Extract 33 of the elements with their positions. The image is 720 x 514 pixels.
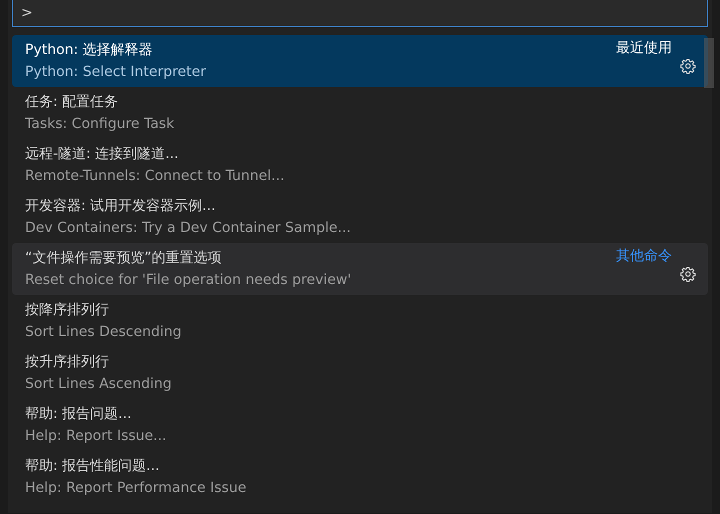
- command-label: 任务: 配置任务: [25, 92, 120, 112]
- command-item[interactable]: 帮助: 报告性能问题... Help: Report Performance Issue: [12, 451, 708, 503]
- group-label: 最近使用: [616, 39, 672, 57]
- settings-icon[interactable]: [680, 58, 696, 74]
- command-item[interactable]: 按降序排列行 Sort Lines Descending: [12, 295, 708, 347]
- command-id: Python: Select Interpreter: [25, 62, 208, 82]
- settings-icon[interactable]: [680, 266, 696, 282]
- command-item[interactable]: 任务: 配置任务 Tasks: Configure Task: [12, 87, 708, 139]
- command-id: Help: Report Performance Issue: [25, 478, 248, 498]
- command-id: Sort Lines Descending: [25, 322, 182, 342]
- command-id: Dev Containers: Try a Dev Container Sample...: [25, 218, 352, 238]
- command-item[interactable]: 开发容器: 试用开发容器示例... Dev Containers: Try a Dev Container Sample...: [12, 191, 708, 243]
- command-item[interactable]: 远程-隧道: 连接到隧道... Remote-Tunnels: Connect to Tunnel...: [12, 139, 708, 191]
- command-id: Reset choice for 'File operation needs preview': [25, 270, 352, 290]
- command-label: 帮助: 报告问题...: [25, 404, 133, 424]
- command-item[interactable]: 帮助: 报告问题... Help: Report Issue...: [12, 399, 708, 451]
- command-id: Sort Lines Ascending: [25, 374, 173, 394]
- command-label: 按升序排列行: [25, 352, 110, 372]
- command-id: Remote-Tunnels: Connect to Tunnel...: [25, 166, 286, 186]
- command-label: 帮助: 报告性能问题...: [25, 456, 161, 476]
- command-input[interactable]: >: [12, 0, 708, 27]
- command-id: Tasks: Configure Task: [25, 114, 176, 134]
- scrollbar-thumb[interactable]: [704, 38, 714, 88]
- group-label: 其他命令: [616, 247, 672, 265]
- command-id: Help: Report Issue...: [25, 426, 168, 446]
- command-label: “文件操作需要预览”的重置选项: [25, 248, 223, 268]
- command-label: 开发容器: 试用开发容器示例...: [25, 196, 217, 216]
- command-item[interactable]: “文件操作需要预览”的重置选项 Reset choice for 'File operation needs preview' 其他命令: [12, 243, 708, 295]
- command-label: 按降序排列行: [25, 300, 110, 320]
- command-label: 远程-隧道: 连接到隧道...: [25, 144, 180, 164]
- command-item[interactable]: 按升序排列行 Sort Lines Ascending: [12, 347, 708, 399]
- command-label: Python: 选择解释器: [25, 40, 154, 60]
- command-item[interactable]: Python: 选择解释器 Python: Select Interpreter 最近使用: [12, 35, 708, 87]
